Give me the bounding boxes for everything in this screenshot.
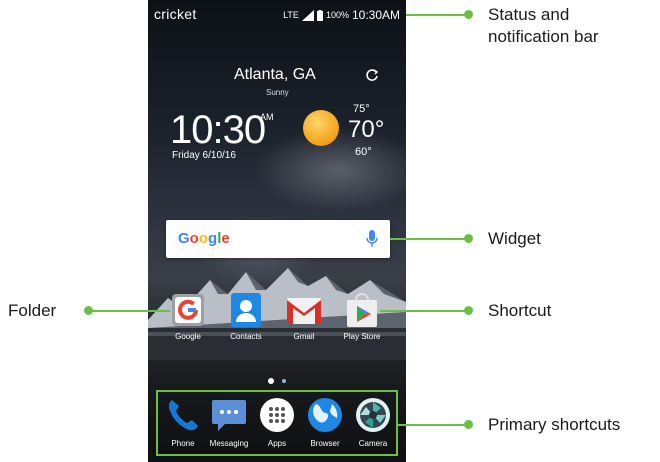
app-play-store[interactable]: Play Store (334, 292, 390, 341)
temp-high: 75° (353, 103, 370, 115)
page-indicator-inactive[interactable] (282, 379, 286, 383)
temp-low: 60° (355, 146, 372, 158)
callout-line (406, 14, 468, 16)
signal-icon (301, 9, 314, 21)
callout-line (398, 424, 468, 426)
callout-primary-shortcuts: Primary shortcuts (488, 415, 621, 434)
google-search-widget[interactable]: Google (166, 220, 390, 258)
callout-line (88, 310, 170, 312)
callout-line (380, 310, 468, 312)
callout-status-bar: Status and notification bar (488, 5, 599, 46)
battery-label: 100% (325, 10, 349, 20)
carrier-label: cricket (154, 6, 197, 22)
callout-dot (464, 306, 473, 315)
callout-folder: Folder (8, 301, 57, 320)
primary-shortcuts-highlight (156, 390, 398, 456)
app-google-folder[interactable]: Google (160, 292, 216, 341)
app-label: Contacts (230, 332, 262, 341)
page-indicator-active[interactable] (268, 378, 274, 384)
app-label: Play Store (343, 332, 381, 341)
callout-dot (464, 420, 473, 429)
callout-dot (464, 10, 473, 19)
clock-ampm: AM (260, 112, 274, 122)
callout-dot (464, 234, 473, 243)
weather-condition: Sunny (266, 88, 289, 97)
mic-icon[interactable] (366, 230, 378, 248)
app-label: Gmail (293, 332, 315, 341)
google-folder-icon (170, 292, 206, 328)
clock-date: Friday 6/10/16 (172, 150, 236, 161)
weather-city[interactable]: Atlanta, GA (234, 66, 316, 84)
app-label: Google (175, 332, 201, 341)
app-gmail[interactable]: Gmail (276, 292, 332, 341)
network-label: LTE (283, 10, 299, 20)
status-time: 10:30AM (351, 8, 400, 22)
google-logo: Google (178, 230, 230, 247)
battery-icon (316, 9, 323, 21)
refresh-icon[interactable] (364, 67, 380, 83)
callout-shortcut: Shortcut (488, 301, 552, 320)
status-icons: LTE 100% 10:30AM (283, 6, 400, 24)
clock-time[interactable]: 10:30 (170, 108, 266, 153)
temp-current: 70° (348, 116, 385, 143)
callout-widget: Widget (488, 229, 541, 248)
callout-line (390, 238, 468, 240)
play-store-icon (344, 292, 380, 328)
sun-icon (303, 110, 339, 146)
contacts-icon (228, 292, 264, 328)
gmail-icon (286, 292, 322, 328)
app-contacts[interactable]: Contacts (218, 292, 274, 341)
